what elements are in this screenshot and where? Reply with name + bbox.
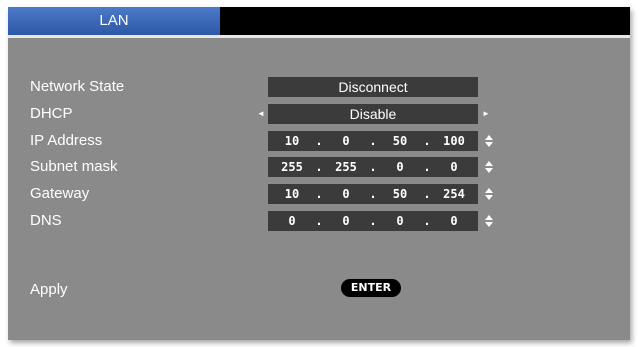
subnet-mask-field[interactable]: 255 . 255 . 0 . 0 — [268, 157, 478, 177]
stepper-up-icon[interactable] — [485, 161, 493, 166]
ip-separator: . — [315, 160, 323, 174]
ip-address-label: IP Address — [30, 132, 103, 149]
enter-button[interactable]: ENTER — [341, 279, 401, 297]
ip-separator: . — [369, 214, 377, 228]
dhcp-label: DHCP — [30, 105, 73, 122]
gateway-field[interactable]: 10 . 0 . 50 . 254 — [268, 184, 478, 204]
ip-octet-1[interactable]: 10 — [275, 131, 309, 151]
gateway-octet-3[interactable]: 50 — [383, 184, 417, 204]
subnet-octet-2[interactable]: 255 — [329, 157, 363, 177]
ip-separator: . — [423, 187, 431, 201]
network-state-value: Disconnect — [268, 77, 478, 97]
ip-address-field[interactable]: 10 . 0 . 50 . 100 — [268, 131, 478, 151]
ip-separator: . — [315, 134, 323, 148]
ip-separator: . — [315, 214, 323, 228]
subnet-octet-4[interactable]: 0 — [437, 157, 471, 177]
apply-label: Apply — [30, 281, 68, 298]
gateway-octet-2[interactable]: 0 — [329, 184, 363, 204]
stepper-down-icon[interactable] — [485, 195, 493, 200]
subnet-octet-3[interactable]: 0 — [383, 157, 417, 177]
gateway-octet-1[interactable]: 10 — [275, 184, 309, 204]
ip-separator: . — [423, 134, 431, 148]
ip-separator: . — [369, 134, 377, 148]
tab-bar: LAN — [8, 7, 630, 35]
dhcp-select[interactable]: Disable — [268, 104, 478, 124]
stepper-up-icon[interactable] — [485, 135, 493, 140]
ip-separator: . — [369, 160, 377, 174]
dhcp-right-arrow-icon[interactable]: ► — [482, 104, 490, 124]
stepper-down-icon[interactable] — [485, 142, 493, 147]
tab-lan[interactable]: LAN — [8, 7, 220, 35]
ip-separator: . — [423, 160, 431, 174]
dns-field[interactable]: 0 . 0 . 0 . 0 — [268, 211, 478, 231]
ip-address-stepper-icon[interactable] — [485, 131, 493, 151]
stepper-down-icon[interactable] — [485, 168, 493, 173]
osd-menu: LAN Network State Disconnect DHCP ◄ Disa… — [8, 7, 630, 340]
ip-separator: . — [369, 187, 377, 201]
ip-separator: . — [423, 214, 431, 228]
dns-octet-4[interactable]: 0 — [437, 211, 471, 231]
ip-octet-4[interactable]: 100 — [437, 131, 471, 151]
dns-octet-3[interactable]: 0 — [383, 211, 417, 231]
gateway-label: Gateway — [30, 185, 90, 202]
dns-stepper-icon[interactable] — [485, 211, 493, 231]
gateway-stepper-icon[interactable] — [485, 184, 493, 204]
ip-separator: . — [315, 187, 323, 201]
subnet-octet-1[interactable]: 255 — [275, 157, 309, 177]
ip-octet-3[interactable]: 50 — [383, 131, 417, 151]
subnet-mask-stepper-icon[interactable] — [485, 157, 493, 177]
gateway-octet-4[interactable]: 254 — [437, 184, 471, 204]
stepper-up-icon[interactable] — [485, 188, 493, 193]
dhcp-left-arrow-icon[interactable]: ◄ — [257, 104, 265, 124]
network-state-label: Network State — [30, 78, 125, 95]
tab-underline — [8, 35, 630, 38]
ip-octet-2[interactable]: 0 — [329, 131, 363, 151]
stepper-up-icon[interactable] — [485, 215, 493, 220]
subnet-mask-label: Subnet mask — [30, 158, 118, 175]
stepper-down-icon[interactable] — [485, 222, 493, 227]
dns-label: DNS — [30, 212, 62, 229]
dns-octet-2[interactable]: 0 — [329, 211, 363, 231]
dns-octet-1[interactable]: 0 — [275, 211, 309, 231]
